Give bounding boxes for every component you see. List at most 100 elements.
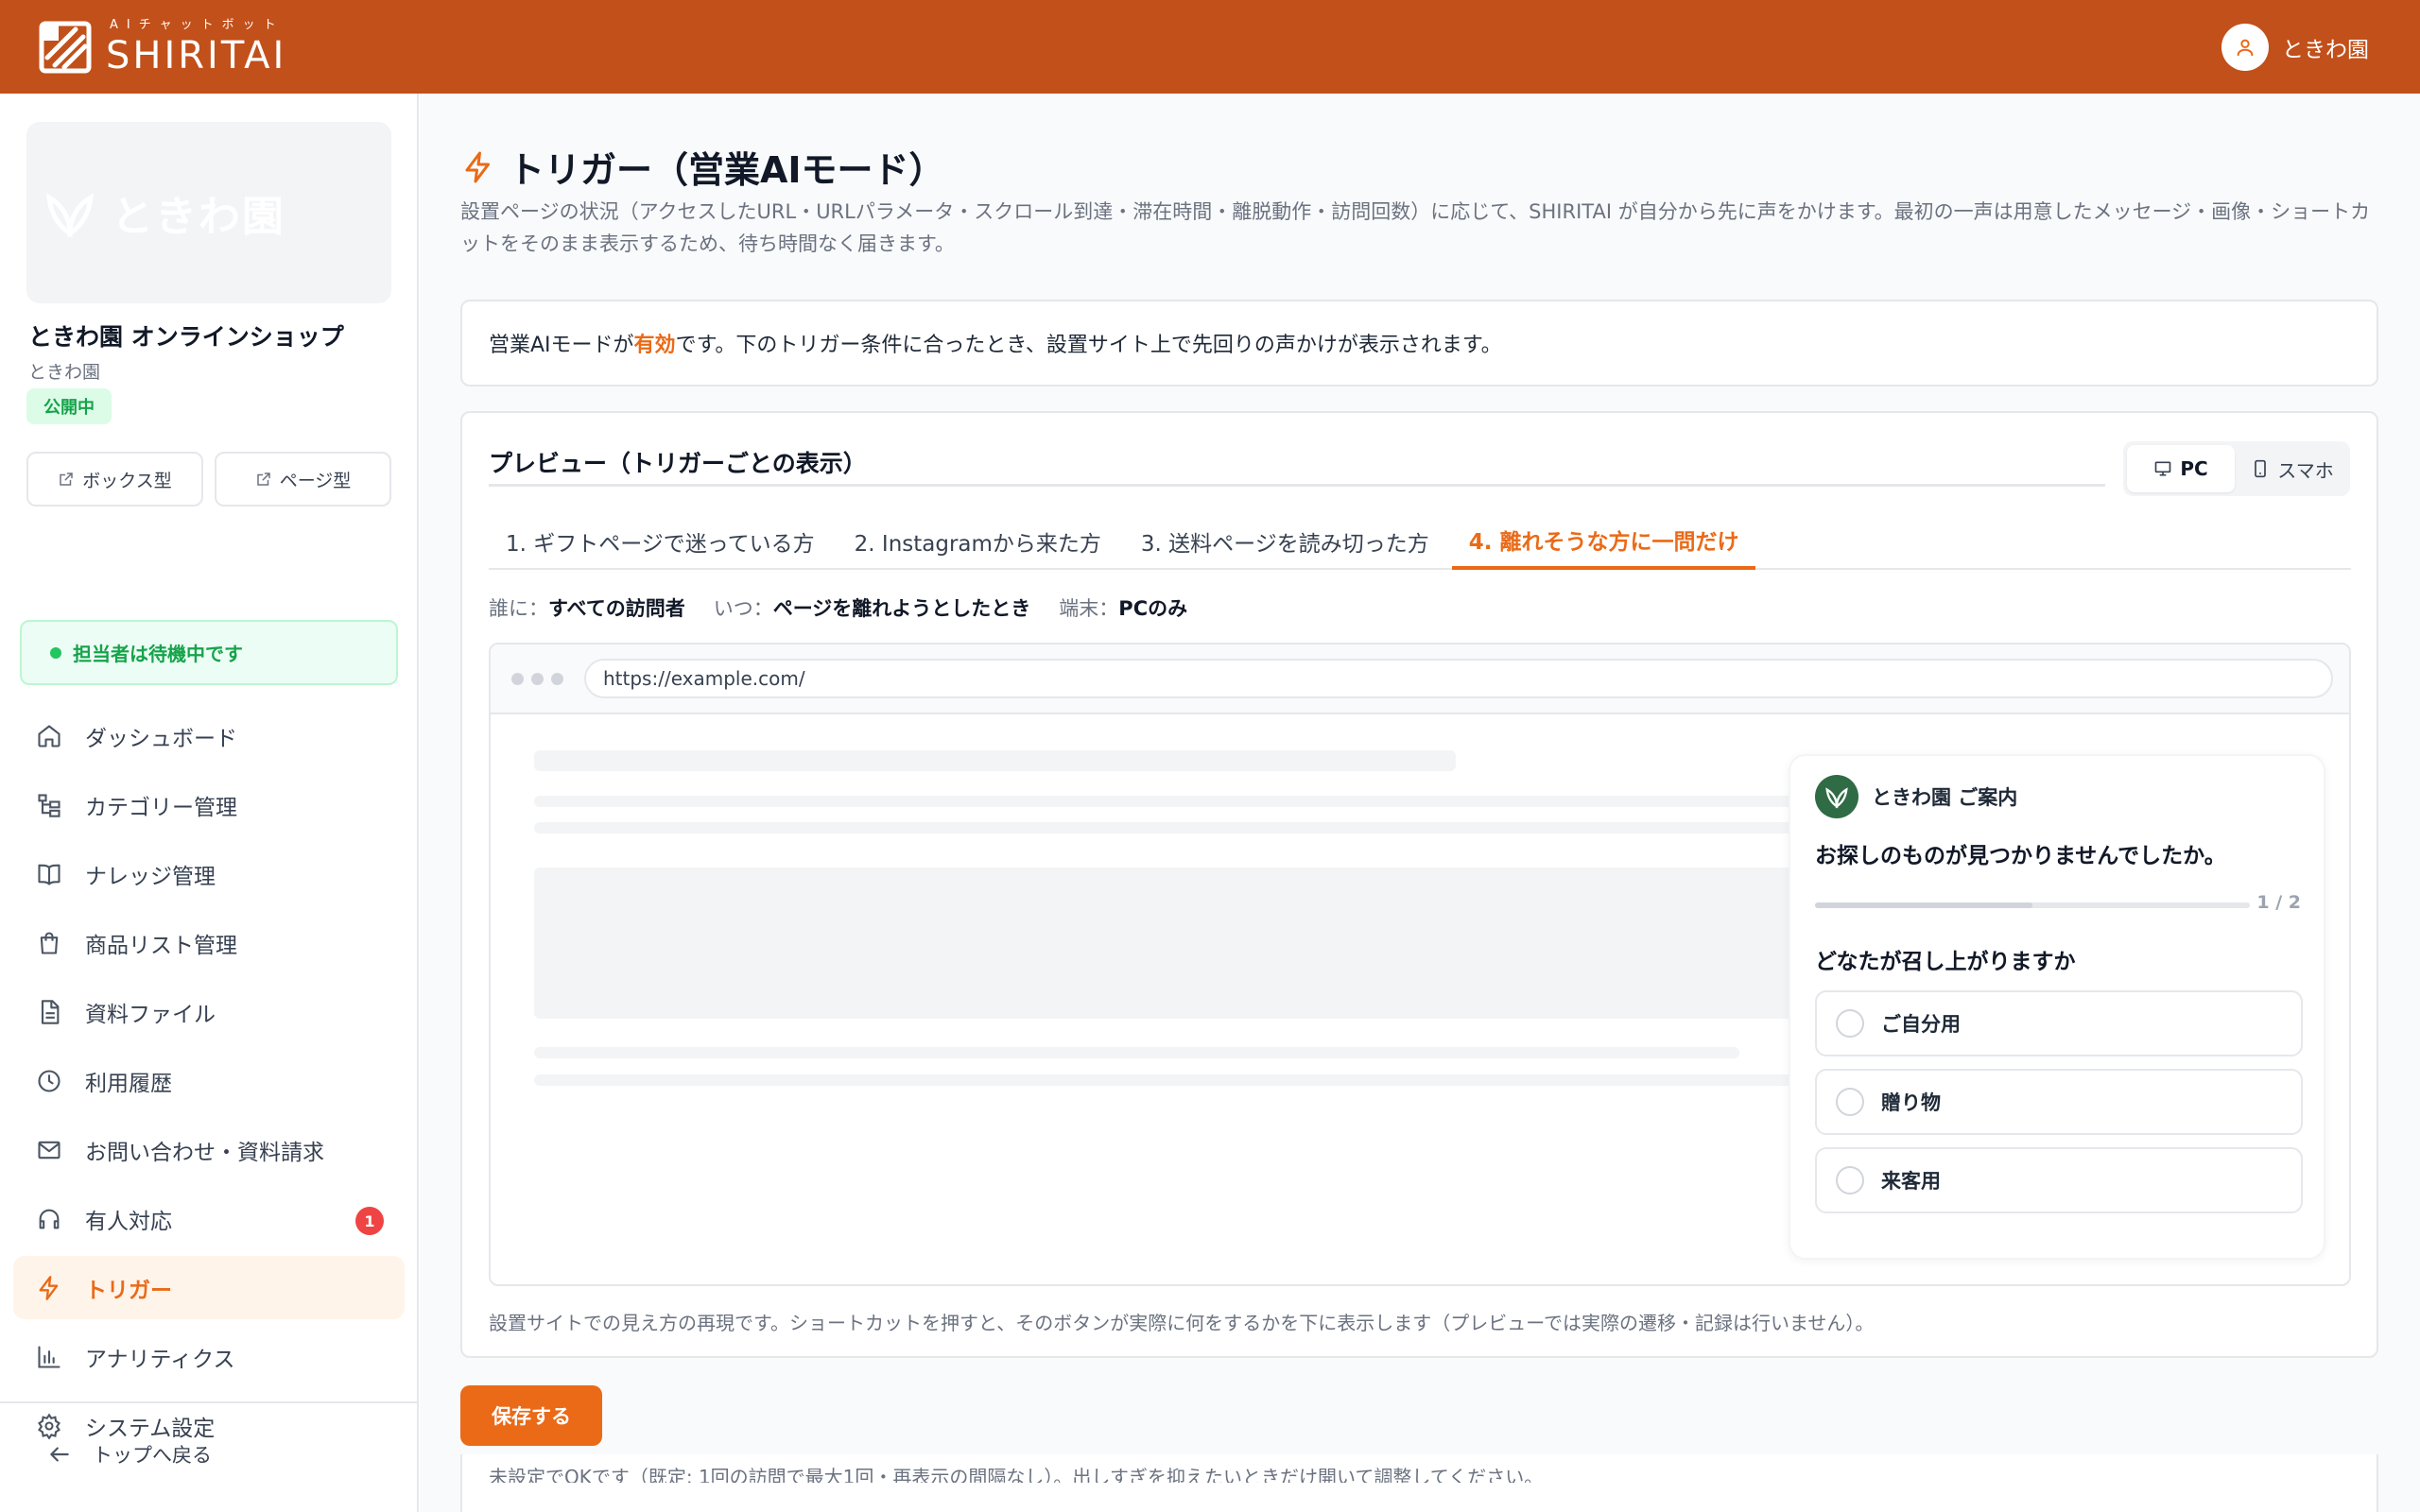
browser-mockup: https://example.com/ ときわ園 ご案内 お探しのものが見つか… [489,643,2351,1286]
sidebar-item-live-support[interactable]: 有人対応 1 [13,1187,405,1250]
proactive-chat-popup: ときわ園 ご案内 お探しのものが見つかりませんでしたか。 1 / 2 どなたが召… [1789,754,2325,1260]
lightning-icon [461,150,495,184]
page-description: 設置ページの状況（アクセスしたURL・URLパラメータ・スクロール到達・滞在時間… [460,200,2371,255]
preview-note: 設置サイトでの見え方の再現です。ショートカットを押すと、そのボタンが実際に何をす… [489,1312,1875,1334]
radio-icon [1836,1009,1864,1038]
device-toggle: PC スマホ [2123,441,2350,496]
tab-trigger-4[interactable]: 4. 離れそうな方に一問だけ [1451,513,1756,570]
sidebar-item-categories[interactable]: カテゴリー管理 [13,773,405,836]
category-tree-icon [34,790,64,820]
chat-question: どなたが召し上がりますか [1815,950,2076,974]
answer-option-label: ご自分用 [1881,1013,1961,1036]
progress-fill [1815,902,2032,908]
agent-status-label: 担当者は待機中です [73,643,243,665]
shop-name: ときわ園 オンラインショップ [28,323,344,351]
sidebar-item-knowledge[interactable]: ナレッジ管理 [13,842,405,905]
page-type-button[interactable]: ページ型 [215,452,391,507]
browser-toolbar: https://example.com/ [491,644,2349,714]
cond-who-label: 誰に： [489,597,548,620]
chat-header: ときわ園 ご案内 [1815,775,2017,818]
radio-icon [1836,1088,1864,1116]
user-icon [2221,23,2269,71]
notification-badge: 1 [355,1207,384,1235]
tab-trigger-1[interactable]: 1. ギフトページで迷っている方 [489,513,832,570]
user-menu[interactable]: ときわ園 [2221,23,2369,71]
brand-card: ときわ園 [26,122,391,303]
sidebar-nav: ダッシュボード カテゴリー管理 ナレッジ管理 商品リスト管理 資料ファイル 利用… [13,704,405,1463]
page-title: トリガー（営業AIモード） [461,141,945,193]
shop-subtitle: ときわ園 [28,362,101,383]
logo-subtitle: AIチャットボット [110,18,285,32]
box-type-button[interactable]: ボックス型 [26,452,203,507]
device-mobile-button[interactable]: スマホ [2238,445,2346,492]
trigger-conditions: 誰に：すべての訪問者 いつ：ページを離れようとしたとき 端末：PCのみ [489,593,1187,622]
preview-title: プレビュー（トリガーごとの表示） [489,450,867,477]
skeleton-block [534,868,1801,1019]
status-badge: 公開中 [26,388,112,424]
sidebar-item-label: ダッシュボード [85,726,237,751]
cond-when-label: いつ： [713,597,773,620]
top-header: AIチャットボット SHIRITAI ときわ園 [0,0,2420,94]
shopping-bag-icon [34,928,64,958]
device-pc-label: PC [2180,457,2208,480]
preview-card: プレビュー（トリガーごとの表示） PC スマホ 1. ギフトページで迷っている方… [460,411,2378,1358]
logo-name: SHIRITAI [106,34,287,77]
skeleton-line [534,750,1456,771]
external-link-icon [58,471,75,488]
monitor-icon [2153,459,2172,478]
answer-option-label: 来客用 [1881,1170,1941,1193]
progress-label: 1 / 2 [2256,892,2301,913]
sidebar-item-label: トリガー [85,1278,172,1303]
agent-status: 担当者は待機中です [20,620,398,685]
answer-option[interactable]: 贈り物 [1815,1069,2303,1135]
mode-suffix: です。下のトリガー条件に合ったとき、設置サイト上で先回りの声かけが表示されます。 [675,334,1502,357]
back-to-top-link[interactable]: トップへ戻る [47,1440,212,1469]
device-mobile-label: スマホ [2277,458,2334,482]
mail-icon [34,1135,64,1165]
leaf-logo-icon [1815,775,1858,818]
cond-who-value: すべての訪問者 [548,597,685,620]
sidebar: ときわ園 ときわ園 オンラインショップ ときわ園 公開中 ボックス型 ページ型 … [0,94,419,1512]
tab-trigger-3[interactable]: 3. 送料ページを読み切った方 [1124,513,1446,570]
sidebar-item-label: カテゴリー管理 [85,795,237,820]
page-title-text: トリガー（営業AIモード） [509,149,945,191]
radio-icon [1836,1166,1864,1194]
device-pc-button[interactable]: PC [2127,445,2235,492]
sidebar-item-inquiries[interactable]: お問い合わせ・資料請求 [13,1118,405,1181]
sidebar-item-triggers[interactable]: トリガー [13,1256,405,1319]
sidebar-item-history[interactable]: 利用履歴 [13,1049,405,1112]
sidebar-item-files[interactable]: 資料ファイル [13,980,405,1043]
logo-mark-icon [38,20,93,75]
answer-option-label: 贈り物 [1881,1091,1941,1114]
sidebar-item-label: アナリティクス [85,1347,235,1372]
book-icon [34,859,64,889]
skeleton-line [534,796,1801,807]
external-link-icon [255,471,272,488]
bar-chart-icon [34,1342,64,1372]
sidebar-item-label: 資料ファイル [85,1002,216,1027]
answer-option[interactable]: ご自分用 [1815,990,2303,1057]
sidebar-item-label: お問い合わせ・資料請求 [85,1140,324,1165]
sidebar-item-products[interactable]: 商品リスト管理 [13,911,405,974]
lightning-icon [34,1273,64,1303]
gear-icon [34,1411,64,1441]
chat-name: ときわ園 ご案内 [1872,786,2018,809]
box-type-label: ボックス型 [82,470,172,491]
sidebar-item-analytics[interactable]: アナリティクス [13,1325,405,1388]
status-dot-icon [50,646,61,659]
sidebar-item-label: 有人対応 [85,1209,172,1234]
cond-device-value: PCのみ [1118,597,1188,620]
arrow-left-icon [47,1442,72,1467]
logo[interactable]: AIチャットボット SHIRITAI [38,19,286,75]
sidebar-item-dashboard[interactable]: ダッシュボード [13,704,405,767]
user-name: ときわ園 [2282,37,2369,62]
window-dots-icon [511,672,563,685]
tab-trigger-2[interactable]: 2. Instagramから来た方 [838,513,1118,570]
back-link-label: トップへ戻る [93,1444,212,1467]
save-button[interactable]: 保存する [460,1385,602,1446]
home-icon [34,721,64,751]
trigger-tabs: 1. ギフトページで迷っている方 2. Instagramから来た方 3. 送料… [489,513,2351,570]
page-type-label: ページ型 [279,470,352,491]
sidebar-item-label: 商品リスト管理 [85,933,237,958]
answer-option[interactable]: 来客用 [1815,1147,2303,1213]
